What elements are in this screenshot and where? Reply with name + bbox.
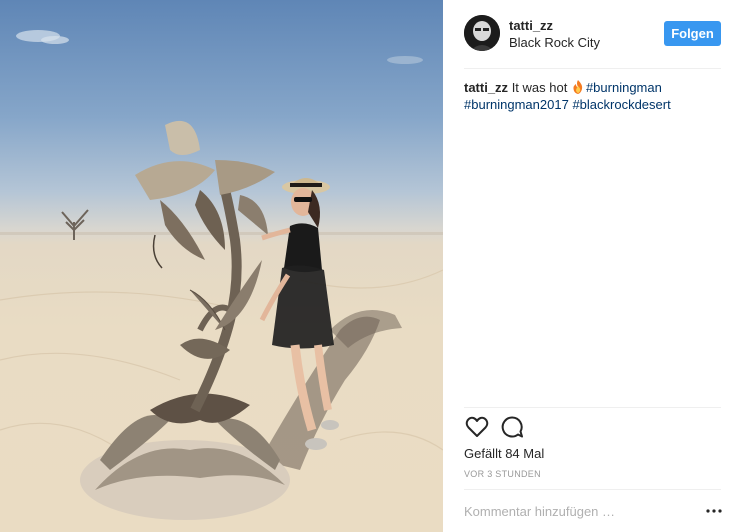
likes-suffix: Mal [523, 446, 545, 461]
post-photo[interactable] [0, 0, 443, 532]
comment-bubble-icon[interactable] [499, 414, 525, 440]
action-bar [464, 414, 544, 442]
header-divider [464, 68, 721, 69]
desert-scene [0, 30, 443, 520]
likes-number: 84 [505, 446, 520, 461]
likes-prefix: Gefällt [464, 446, 502, 461]
follow-button[interactable]: Folgen [664, 21, 721, 46]
hashtag-link[interactable]: #burningman [586, 80, 662, 95]
location-link[interactable]: Black Rock City [509, 35, 600, 50]
fire-icon [573, 80, 583, 94]
hashtag-link[interactable]: #blackrockdesert [572, 97, 670, 112]
heart-icon[interactable] [464, 414, 490, 440]
avatar-image-icon [464, 15, 500, 51]
actions-divider [464, 407, 721, 408]
username-link[interactable]: tatti_zz [509, 18, 553, 33]
comment-input[interactable] [464, 500, 684, 522]
comment-divider [464, 489, 721, 490]
post-timestamp[interactable]: VOR 3 STUNDEN [464, 469, 541, 479]
ellipsis-icon[interactable] [705, 502, 723, 520]
post-caption: tatti_zz It was hot #burningman #burning… [464, 79, 724, 113]
avatar[interactable] [464, 15, 500, 51]
caption-username-link[interactable]: tatti_zz [464, 80, 508, 95]
caption-text: It was hot [511, 80, 568, 95]
hashtag-link[interactable]: #burningman2017 [464, 97, 569, 112]
post-header: tatti_zz Black Rock City Folgen [443, 0, 740, 68]
likes-count[interactable]: Gefällt 84 Mal [464, 446, 544, 461]
post-sidebar: tatti_zz Black Rock City Folgen tatti_zz… [443, 0, 740, 532]
